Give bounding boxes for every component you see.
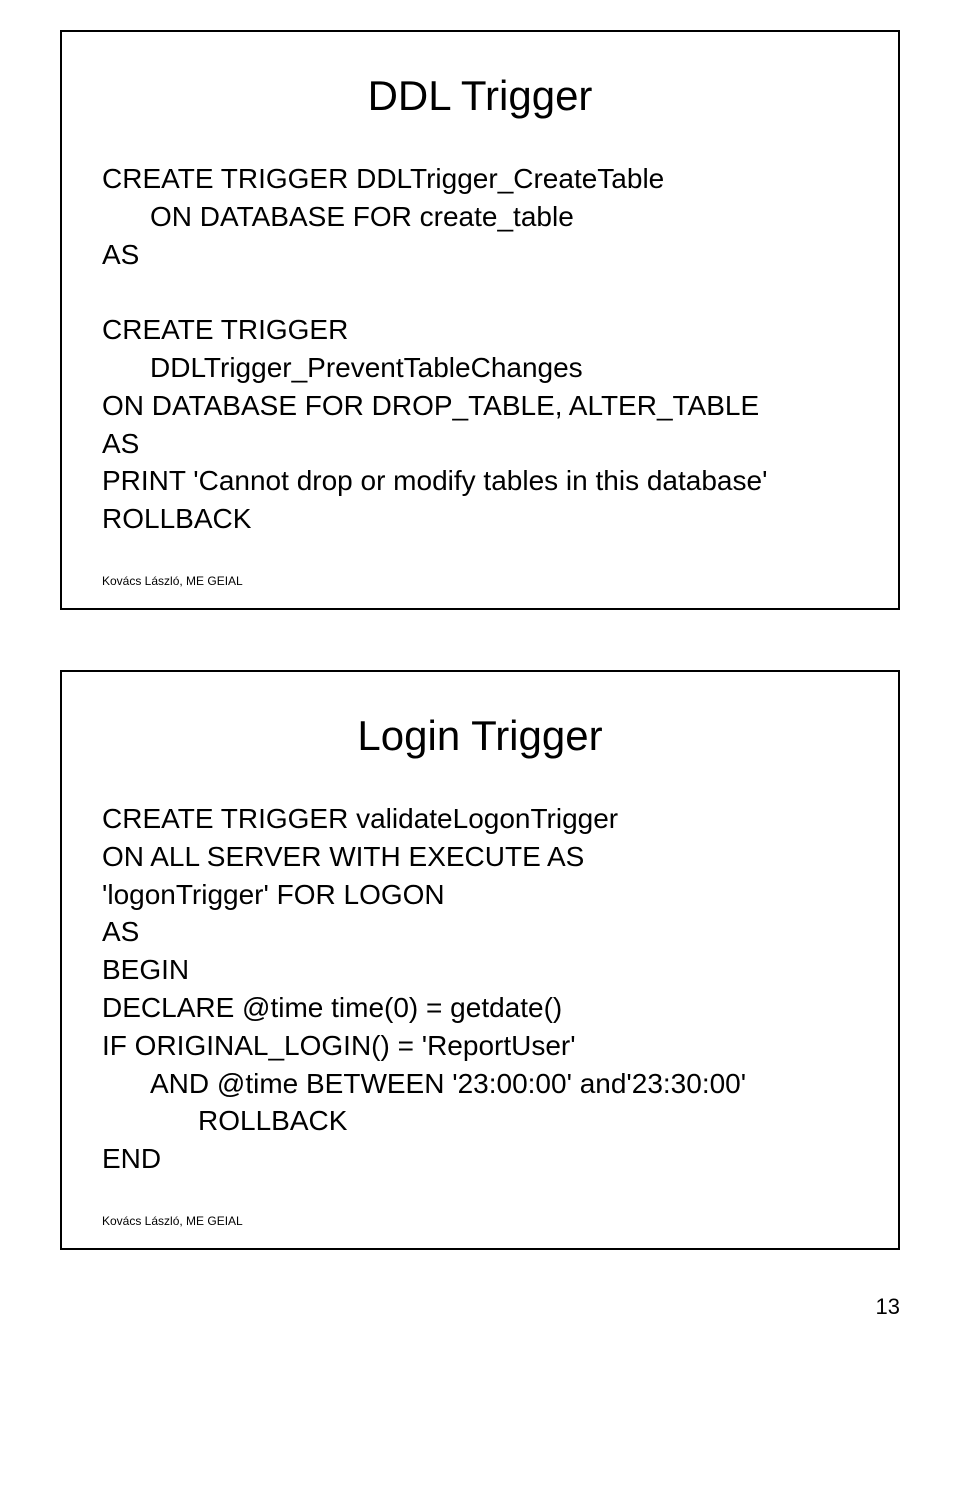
code-line: CREATE TRIGGER validateLogonTrigger: [102, 800, 858, 838]
code-line: ROLLBACK: [102, 1102, 858, 1140]
slide-1-code: CREATE TRIGGER DDLTrigger_CreateTableON …: [102, 160, 858, 538]
code-line: [102, 273, 858, 311]
slide-2: Login Trigger CREATE TRIGGER validateLog…: [60, 670, 900, 1250]
code-line: ON ALL SERVER WITH EXECUTE AS: [102, 838, 858, 876]
slide-1-footer: Kovács László, ME GEIAL: [102, 574, 243, 588]
code-line: PRINT 'Cannot drop or modify tables in t…: [102, 462, 858, 500]
page: DDL Trigger CREATE TRIGGER DDLTrigger_Cr…: [0, 0, 960, 1330]
slide-2-code: CREATE TRIGGER validateLogonTriggerON AL…: [102, 800, 858, 1178]
page-number: 13: [876, 1294, 900, 1320]
code-line: BEGIN: [102, 951, 858, 989]
code-line: IF ORIGINAL_LOGIN() = 'ReportUser': [102, 1027, 858, 1065]
code-line: CREATE TRIGGER: [102, 311, 858, 349]
code-line: ON DATABASE FOR DROP_TABLE, ALTER_TABLE: [102, 387, 858, 425]
code-line: DDLTrigger_PreventTableChanges: [102, 349, 858, 387]
slide-1: DDL Trigger CREATE TRIGGER DDLTrigger_Cr…: [60, 30, 900, 610]
code-line: DECLARE @time time(0) = getdate(): [102, 989, 858, 1027]
code-line: END: [102, 1140, 858, 1178]
code-line: CREATE TRIGGER DDLTrigger_CreateTable: [102, 160, 858, 198]
code-line: AS: [102, 913, 858, 951]
code-line: AND @time BETWEEN '23:00:00' and'23:30:0…: [102, 1065, 858, 1103]
slide-2-title: Login Trigger: [102, 712, 858, 760]
code-line: ROLLBACK: [102, 500, 858, 538]
code-line: AS: [102, 425, 858, 463]
code-line: 'logonTrigger' FOR LOGON: [102, 876, 858, 914]
slide-2-footer: Kovács László, ME GEIAL: [102, 1214, 243, 1228]
code-line: ON DATABASE FOR create_table: [102, 198, 858, 236]
code-line: AS: [102, 236, 858, 274]
slide-1-title: DDL Trigger: [102, 72, 858, 120]
